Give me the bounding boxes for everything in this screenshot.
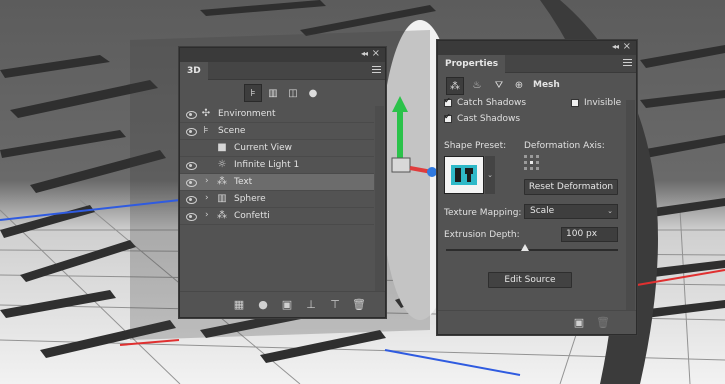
scene-icon: ⊧ bbox=[203, 125, 209, 136]
properties-tabs: ⁂ ♨ ⛛ ⊕ Mesh bbox=[438, 73, 636, 100]
clone-icon[interactable]: ⊤ bbox=[328, 298, 342, 312]
expand-chevron-icon[interactable]: › bbox=[205, 176, 209, 186]
texture-mapping-value: Scale bbox=[530, 206, 555, 216]
panel-header[interactable]: ◂◂ × bbox=[180, 48, 385, 62]
trash-icon: 🗑 bbox=[596, 316, 610, 329]
scrollbar[interactable] bbox=[375, 106, 384, 291]
item-label: Environment bbox=[218, 109, 276, 119]
item-label: Infinite Light 1 bbox=[234, 160, 300, 170]
item-label: Sphere bbox=[234, 194, 266, 204]
expand-chevron-icon[interactable]: › bbox=[205, 193, 209, 203]
texture-mapping-label: Texture Mapping: bbox=[444, 208, 522, 218]
texture-mapping-select[interactable]: Scale ⌄ bbox=[524, 204, 618, 219]
list-item-current-view[interactable]: ■ Current View bbox=[180, 140, 374, 157]
scene-tree: ✣ Environment ⊧ Scene ■ Current View ☼ I… bbox=[180, 106, 385, 291]
cap-tab-icon[interactable]: ⛛ bbox=[490, 77, 508, 95]
expand-chevron-icon[interactable]: › bbox=[205, 210, 209, 220]
visibility-eye-icon[interactable] bbox=[186, 127, 197, 136]
extrusion-depth-label: Extrusion Depth: bbox=[444, 230, 520, 240]
move-to-ground-icon[interactable]: ⊥ bbox=[304, 298, 318, 312]
reset-deformation-button[interactable]: Reset Deformation bbox=[524, 179, 618, 195]
trash-icon[interactable]: 🗑 bbox=[352, 298, 366, 312]
item-label: Current View bbox=[234, 143, 293, 153]
environment-icon: ✣ bbox=[201, 108, 211, 119]
mesh-tab-icon[interactable]: ⁂ bbox=[446, 77, 464, 95]
tab-properties[interactable]: Properties bbox=[438, 55, 506, 73]
collapse-icon[interactable]: ◂◂ bbox=[612, 42, 619, 51]
render-icon[interactable]: ▦ bbox=[232, 298, 246, 312]
panel-tabbar: Properties bbox=[438, 55, 636, 73]
list-item-infinite-light[interactable]: ☼ Infinite Light 1 bbox=[180, 157, 374, 174]
shape-preset-preview-image bbox=[451, 165, 477, 185]
invisible-label: Invisible bbox=[584, 98, 622, 108]
catch-shadows-checkbox[interactable] bbox=[444, 96, 452, 107]
properties-body: Catch Shadows Invisible Cast Shadows Sha… bbox=[438, 96, 636, 310]
list-item-sphere[interactable]: › ▥ Sphere bbox=[180, 191, 374, 208]
panel-header[interactable]: ◂◂ × bbox=[438, 41, 636, 55]
panel-footer: ▦ ● ▣ ⊥ ⊤ 🗑 bbox=[180, 291, 385, 317]
item-label: Scene bbox=[218, 126, 246, 136]
coordinates-tab-icon[interactable]: ⊕ bbox=[510, 77, 528, 95]
cast-shadows-label: Cast Shadows bbox=[457, 114, 521, 124]
deform-tab-icon[interactable]: ♨ bbox=[468, 77, 486, 95]
new-object-icon[interactable]: ▣ bbox=[572, 316, 586, 330]
scene-filter-icon[interactable]: ⊧ bbox=[244, 84, 262, 102]
close-icon[interactable]: × bbox=[372, 48, 380, 59]
shape-preset-dropdown-icon[interactable]: ⌄ bbox=[485, 156, 495, 194]
mesh-icon: ⁂ bbox=[217, 176, 227, 187]
visibility-eye-icon[interactable] bbox=[186, 161, 197, 170]
item-label: Text bbox=[234, 177, 253, 187]
visibility-eye-icon[interactable] bbox=[186, 212, 197, 221]
deformation-axis-label: Deformation Axis: bbox=[524, 141, 605, 151]
extrusion-depth-field[interactable]: 100 px bbox=[561, 227, 618, 242]
extrusion-depth-slider-track[interactable] bbox=[446, 249, 618, 251]
mesh-icon: ⁂ bbox=[217, 210, 227, 221]
panel-footer: ▣ 🗑 bbox=[438, 310, 636, 334]
list-item-text[interactable]: › ⁂ Text bbox=[180, 174, 374, 191]
panel-menu-icon[interactable] bbox=[623, 59, 632, 67]
close-icon[interactable]: × bbox=[623, 41, 631, 52]
camera-icon: ■ bbox=[217, 142, 227, 153]
edit-source-button[interactable]: Edit Source bbox=[488, 272, 572, 288]
mesh-filter-icon[interactable]: ▥ bbox=[264, 84, 282, 102]
3d-panel: ◂◂ × 3D ⊧ ▥ ◫ ● ✣ Environment ⊧ Scene ■ … bbox=[179, 47, 386, 318]
deformation-axis-grid[interactable] bbox=[524, 155, 544, 173]
tab-3d[interactable]: 3D bbox=[180, 62, 208, 80]
panel-menu-icon[interactable] bbox=[372, 66, 381, 74]
shape-preset-label: Shape Preset: bbox=[444, 141, 507, 151]
light-icon: ☼ bbox=[217, 159, 227, 170]
collapse-icon[interactable]: ◂◂ bbox=[361, 49, 368, 58]
item-label: Confetti bbox=[234, 211, 270, 221]
invisible-checkbox[interactable] bbox=[571, 99, 579, 107]
catch-shadows-label: Catch Shadows bbox=[457, 98, 527, 108]
light-filter-icon[interactable]: ● bbox=[304, 84, 322, 102]
mesh-icon: ▥ bbox=[217, 193, 227, 204]
material-filter-icon[interactable]: ◫ bbox=[284, 84, 302, 102]
shape-preset-thumbnail[interactable] bbox=[444, 156, 484, 194]
list-item-environment[interactable]: ✣ Environment bbox=[180, 106, 374, 123]
cast-shadows-checkbox[interactable] bbox=[444, 112, 452, 123]
mesh-tab-label[interactable]: Mesh bbox=[533, 80, 560, 90]
visibility-eye-icon[interactable] bbox=[186, 110, 197, 119]
properties-panel: ◂◂ × Properties ⁂ ♨ ⛛ ⊕ Mesh Catch Shado… bbox=[437, 40, 637, 335]
visibility-eye-icon[interactable] bbox=[186, 195, 197, 204]
filter-toolbar: ⊧ ▥ ◫ ● bbox=[180, 80, 385, 106]
list-item-confetti[interactable]: › ⁂ Confetti bbox=[180, 208, 374, 225]
new-object-icon[interactable]: ▣ bbox=[280, 298, 294, 312]
extrusion-depth-slider-thumb[interactable] bbox=[521, 244, 530, 251]
light-add-icon[interactable]: ● bbox=[256, 298, 270, 312]
list-item-scene[interactable]: ⊧ Scene bbox=[180, 123, 374, 140]
chevron-down-icon: ⌄ bbox=[607, 207, 613, 215]
scrollbar[interactable] bbox=[626, 100, 635, 310]
panel-tabbar: 3D bbox=[180, 62, 385, 80]
visibility-eye-icon[interactable] bbox=[186, 178, 197, 187]
